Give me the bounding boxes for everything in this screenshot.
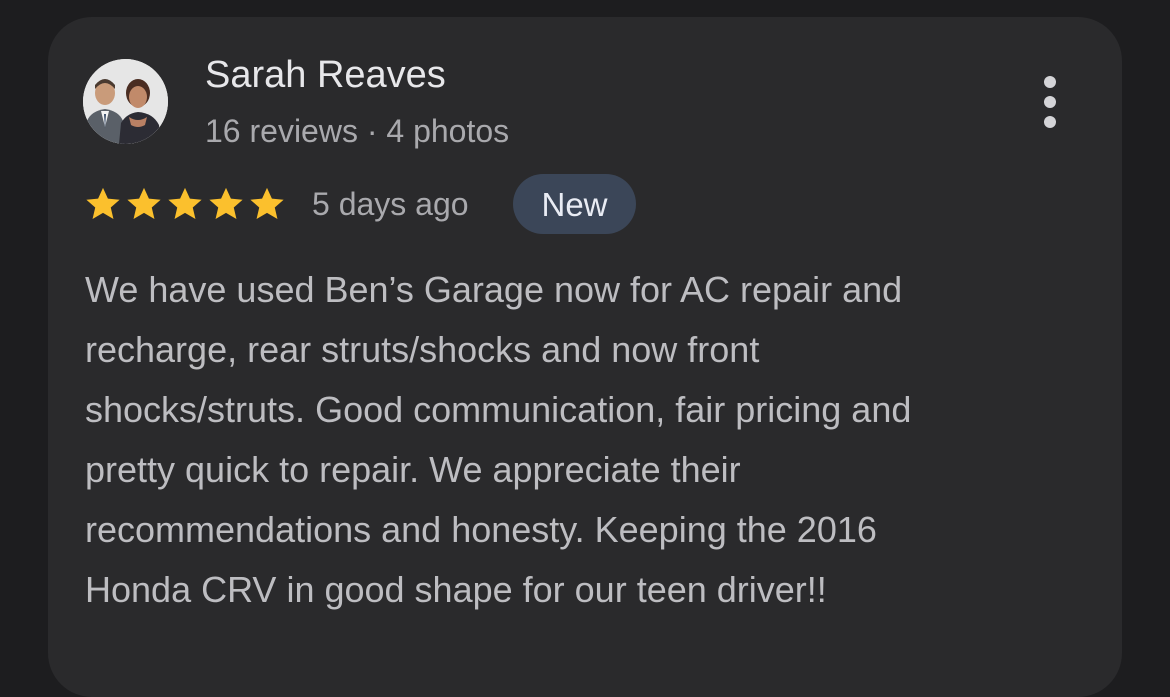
avatar[interactable] [83,59,168,144]
more-options-button[interactable] [1026,72,1074,132]
star-icon [127,187,161,220]
more-vert-icon [1044,76,1056,88]
review-text-line: We have used Ben’s Garage now for AC rep… [85,269,903,310]
review-text: We have used Ben’s Garage now for AC rep… [85,260,1095,620]
star-icon [86,187,120,220]
review-date: 5 days ago [312,186,469,222]
review-text-line: recharge, rear struts/shocks and now fro… [85,329,760,370]
star-icon [168,187,202,220]
review-text-line: shocks/struts. Good communication, fair … [85,389,912,430]
profile-photo-icon [83,59,168,144]
star-rating [84,185,286,223]
star-icon [209,187,243,220]
more-vert-icon-dot [1044,96,1056,108]
star-icon [250,187,284,220]
reviewer-stats: 16 reviews · 4 photos [205,113,510,149]
new-badge: New [513,174,636,234]
review-text-line: Honda CRV in good shape for our teen dri… [85,569,827,610]
review-text-line: recommendations and honesty. Keeping the… [85,509,877,550]
review-text-line: pretty quick to repair. We appreciate th… [85,449,741,490]
reviewer-name[interactable]: Sarah Reaves [205,52,446,98]
more-vert-icon-dot [1044,116,1056,128]
